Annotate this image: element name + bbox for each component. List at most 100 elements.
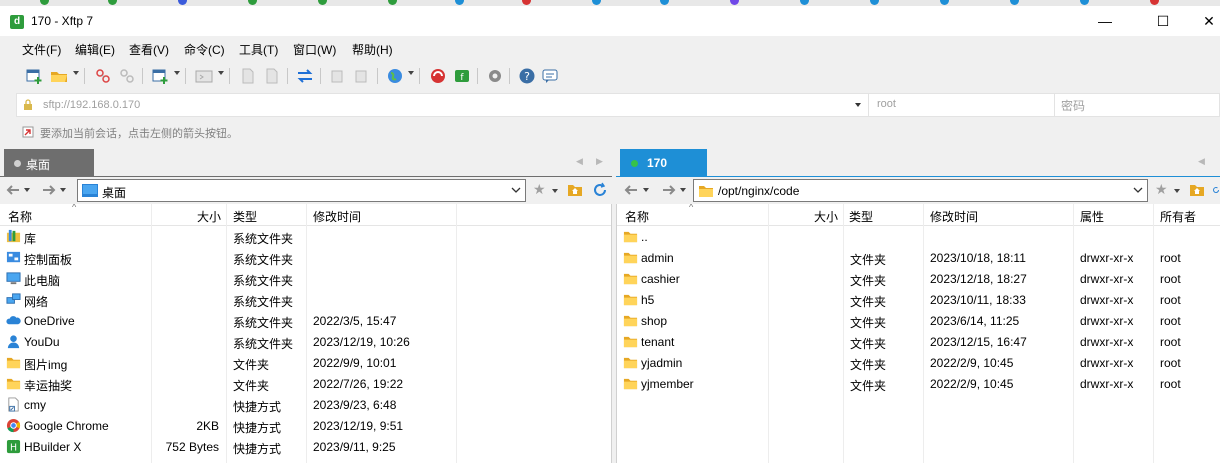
tab-remote-170[interactable]: 170: [620, 149, 707, 176]
lock-icon: [24, 99, 32, 110]
address-bar: sftp://192.168.0.170 root 密码: [16, 93, 1220, 117]
file-row[interactable]: 控制面板 系统文件夹: [0, 248, 611, 269]
chevron-down-icon[interactable]: [174, 71, 180, 75]
password-field[interactable]: 密码: [1054, 94, 1220, 116]
bookmark-star-icon[interactable]: ★: [1155, 181, 1168, 198]
sync-icon[interactable]: [353, 67, 371, 85]
file-row[interactable]: 幸运抽奖 文件夹 2022/7/26, 19:22: [0, 374, 611, 395]
chevron-down-icon[interactable]: [511, 187, 521, 194]
chat-icon[interactable]: [541, 67, 559, 85]
chevron-down-icon[interactable]: [680, 188, 686, 192]
menu-view[interactable]: 查看(V): [129, 41, 169, 58]
chevron-down-icon[interactable]: [1133, 187, 1143, 194]
tab-scroll-left-icon[interactable]: ◀: [1198, 156, 1205, 167]
chevron-down-icon[interactable]: [552, 189, 558, 193]
transfer-icon[interactable]: [296, 67, 314, 85]
chevron-down-icon[interactable]: [73, 71, 79, 75]
globe-icon[interactable]: [386, 67, 404, 85]
username-field[interactable]: root: [868, 94, 1054, 116]
file-row[interactable]: tenant 文件夹 2023/12/15, 16:47 drwxr-xr-x root: [617, 332, 1220, 353]
terminal-icon[interactable]: [195, 67, 213, 85]
pane-splitter[interactable]: [612, 149, 616, 463]
back-arrow-icon[interactable]: [6, 184, 20, 196]
file-row[interactable]: yjadmin 文件夹 2022/2/9, 10:45 drwxr-xr-x root: [617, 353, 1220, 374]
chevron-down-icon[interactable]: [24, 188, 30, 192]
right-path-input[interactable]: /opt/nginx/code: [693, 179, 1148, 202]
paste-file-icon[interactable]: [263, 67, 281, 85]
refresh-icon[interactable]: [592, 182, 608, 198]
bookmark-star-icon[interactable]: ★: [533, 181, 546, 198]
column-name[interactable]: 名称: [625, 208, 649, 225]
toolbar-separator: [142, 68, 143, 84]
chevron-down-icon[interactable]: [643, 188, 649, 192]
file-row[interactable]: shop 文件夹 2023/6/14, 11:25 drwxr-xr-x root: [617, 311, 1220, 332]
file-row[interactable]: 此电脑 系统文件夹: [0, 269, 611, 290]
forward-arrow-icon[interactable]: [662, 184, 676, 196]
queue-icon[interactable]: [329, 67, 347, 85]
close-button[interactable]: ✕: [1186, 6, 1220, 36]
xftp-icon[interactable]: f: [453, 67, 471, 85]
menu-window[interactable]: 窗口(W): [293, 41, 336, 58]
xshell-icon[interactable]: [429, 67, 447, 85]
column-attributes[interactable]: 属性: [1080, 208, 1104, 225]
chevron-down-icon[interactable]: [855, 103, 861, 107]
file-row[interactable]: 网络 系统文件夹: [0, 290, 611, 311]
column-modified[interactable]: 修改时间: [313, 208, 361, 225]
forward-arrow-icon[interactable]: [42, 184, 56, 196]
right-path-text: /opt/nginx/code: [718, 184, 800, 198]
title-bar[interactable]: d 170 - Xftp 7 — ☐ ✕: [0, 6, 1220, 36]
file-row[interactable]: H HBuilder X 752 Bytes 快捷方式 2023/9/11, 9:25: [0, 437, 611, 458]
left-path-input[interactable]: 桌面: [77, 179, 526, 202]
file-row[interactable]: yjmember 文件夹 2022/2/9, 10:45 drwxr-xr-x root: [617, 374, 1220, 395]
chevron-down-icon[interactable]: [218, 71, 224, 75]
tab-desktop[interactable]: 桌面: [4, 149, 94, 176]
copy-file-icon[interactable]: [239, 67, 257, 85]
sort-up-icon: ^: [72, 204, 77, 212]
column-modified[interactable]: 修改时间: [930, 208, 978, 225]
home-folder-icon[interactable]: [567, 182, 583, 197]
column-size[interactable]: 大小: [814, 208, 838, 225]
file-row[interactable]: OneDrive 系统文件夹 2022/3/5, 15:47: [0, 311, 611, 332]
host-input[interactable]: sftp://192.168.0.170: [43, 99, 140, 111]
disconnect-icon[interactable]: [118, 67, 136, 85]
menu-edit[interactable]: 编辑(E): [75, 41, 115, 58]
column-type[interactable]: 类型: [233, 208, 257, 225]
file-row[interactable]: cashier 文件夹 2023/12/18, 18:27 drwxr-xr-x roo…: [617, 269, 1220, 290]
column-name[interactable]: 名称: [8, 208, 32, 225]
menu-command[interactable]: 命令(C): [184, 41, 225, 58]
gear-icon[interactable]: [486, 67, 504, 85]
tab-scroll-right-icon[interactable]: ▶: [596, 156, 603, 167]
menu-help[interactable]: 帮助(H): [352, 41, 393, 58]
new-window-icon[interactable]: [151, 67, 169, 85]
chevron-down-icon[interactable]: [60, 188, 66, 192]
back-arrow-icon[interactable]: [624, 184, 638, 196]
column-type[interactable]: 类型: [849, 208, 873, 225]
connect-icon[interactable]: [94, 67, 112, 85]
maximize-button[interactable]: ☐: [1140, 6, 1186, 36]
column-owner[interactable]: 所有者: [1160, 208, 1196, 225]
file-row[interactable]: 库 系统文件夹: [0, 227, 611, 248]
home-folder-icon[interactable]: [1189, 182, 1205, 197]
tab-scroll-left-icon[interactable]: ◀: [576, 156, 583, 167]
menu-file[interactable]: 文件(F): [22, 41, 61, 58]
file-row[interactable]: 图片img 文件夹 2022/9/9, 10:01: [0, 353, 611, 374]
file-row[interactable]: cmy 快捷方式 2023/9/23, 6:48: [0, 395, 611, 416]
chevron-down-icon[interactable]: [408, 71, 414, 75]
chevron-down-icon[interactable]: [1174, 189, 1180, 193]
file-row[interactable]: YouDu 系统文件夹 2023/12/19, 10:26: [0, 332, 611, 353]
help-icon[interactable]: ?: [518, 67, 536, 85]
parent-directory-row[interactable]: ..: [617, 227, 1220, 248]
file-row[interactable]: Google Chrome 2KB 快捷方式 2023/12/19, 9:51: [0, 416, 611, 437]
file-row[interactable]: h5 文件夹 2023/10/11, 18:33 drwxr-xr-x root: [617, 290, 1220, 311]
file-row[interactable]: admin 文件夹 2023/10/18, 18:11 drwxr-xr-x root: [617, 248, 1220, 269]
refresh-icon[interactable]: [1212, 182, 1220, 198]
open-folder-icon[interactable]: [50, 67, 68, 85]
menu-tools[interactable]: 工具(T): [239, 41, 278, 58]
file-attributes: drwxr-xr-x: [1080, 293, 1134, 307]
arrow-hint-icon[interactable]: [22, 126, 34, 138]
new-session-icon[interactable]: [25, 67, 43, 85]
column-size[interactable]: 大小: [197, 208, 221, 225]
folder-icon: [623, 294, 638, 306]
file-type: 系统文件夹: [233, 295, 294, 309]
minimize-button[interactable]: —: [1082, 6, 1128, 36]
